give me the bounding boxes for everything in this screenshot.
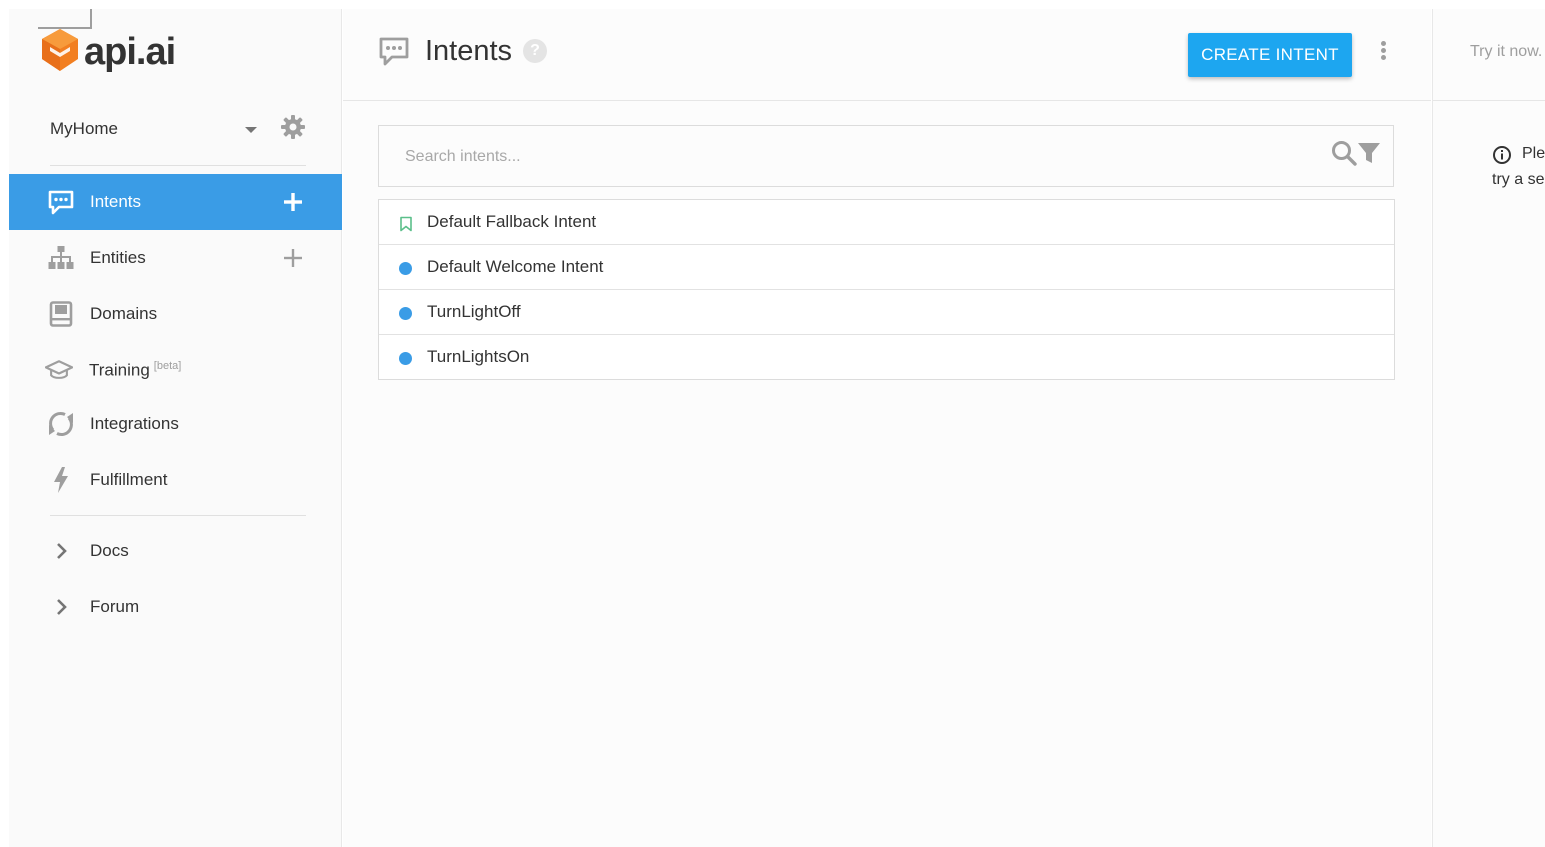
sidebar-link-docs[interactable]: Docs — [9, 523, 342, 579]
try-it-now-label[interactable]: Try it now. — [1470, 43, 1542, 61]
sitemap-icon — [47, 244, 75, 272]
search-filter-icons — [1331, 140, 1381, 171]
info-icon — [1492, 145, 1512, 170]
sidebar-divider — [50, 165, 306, 166]
book-icon — [47, 300, 75, 328]
add-intent-icon[interactable] — [281, 188, 305, 216]
search-input[interactable] — [405, 144, 1305, 170]
status-dot-icon — [399, 352, 412, 365]
caret-down-icon[interactable] — [245, 127, 257, 133]
list-item[interactable]: TurnLightsOn — [379, 335, 1394, 379]
brand-name: api.ai — [84, 31, 176, 73]
intent-name[interactable]: Default Welcome Intent — [427, 257, 603, 277]
sync-icon — [47, 410, 75, 438]
page-header: Intents ? CREATE INTENT — [343, 9, 1431, 101]
list-item[interactable]: Default Fallback Intent — [379, 200, 1394, 245]
agent-name: MyHome — [50, 119, 119, 138]
agent-selector[interactable]: MyHome — [9, 97, 342, 159]
status-dot-icon — [399, 262, 412, 275]
more-vert-icon[interactable] — [1377, 41, 1389, 65]
intent-name[interactable]: TurnLightOff — [427, 302, 521, 322]
sidebar-item-integrations[interactable]: Integrations — [9, 396, 342, 452]
sidebar-item-label: Domains — [90, 304, 158, 323]
chevron-right-icon — [47, 537, 75, 565]
training-label: Training — [89, 360, 150, 380]
add-entity-icon[interactable] — [281, 244, 305, 272]
sidebar-item-label: Training [beta] — [89, 360, 181, 381]
sidebar-link-label: Forum — [90, 597, 140, 616]
info-text-line2: try a se — [1492, 171, 1545, 188]
test-console-panel: Try it now. Ple try a se — [1432, 9, 1545, 847]
intent-name[interactable]: TurnLightsOn — [427, 347, 529, 367]
chat-bubble-icon — [47, 188, 75, 216]
search-icon[interactable] — [1331, 140, 1357, 171]
intent-list: Default Fallback Intent Default Welcome … — [378, 199, 1395, 380]
sidebar-link-label: Docs — [90, 541, 129, 560]
sidebar-item-label: Integrations — [90, 414, 179, 433]
intent-name[interactable]: Default Fallback Intent — [427, 212, 596, 232]
logo[interactable]: api.ai — [40, 27, 176, 78]
status-dot-icon — [399, 307, 412, 320]
sidebar-item-fulfillment[interactable]: Fulfillment — [9, 452, 342, 508]
create-intent-button[interactable]: CREATE INTENT — [1188, 33, 1352, 77]
sidebar-item-training[interactable]: Training [beta] — [9, 342, 342, 398]
test-console-header: Try it now. — [1433, 9, 1545, 101]
sidebar-divider — [50, 515, 306, 516]
search-bar — [378, 125, 1394, 187]
page-title: Intents — [425, 35, 513, 67]
gear-icon[interactable] — [280, 114, 306, 145]
list-item[interactable]: TurnLightOff — [379, 290, 1394, 335]
chevron-right-icon — [47, 593, 75, 621]
help-icon[interactable]: ? — [523, 39, 547, 63]
sidebar-link-forum[interactable]: Forum — [9, 579, 342, 635]
bookmark-icon — [399, 216, 413, 237]
main-content: Intents ? CREATE INTENT Default Fallback… — [343, 9, 1431, 847]
info-text-line1: Ple — [1522, 145, 1545, 162]
chat-bubble-icon — [378, 36, 410, 71]
sidebar-item-label: Intents — [90, 192, 142, 211]
sidebar-item-intents[interactable]: Intents — [9, 174, 342, 230]
filter-icon[interactable] — [1357, 140, 1381, 171]
lightning-icon — [47, 466, 75, 494]
window-corner-decoration — [38, 9, 92, 29]
beta-badge: [beta] — [153, 359, 182, 372]
sidebar-item-domains[interactable]: Domains — [9, 286, 342, 342]
sidebar-item-label: Fulfillment — [90, 470, 168, 489]
graduation-cap-icon — [45, 356, 73, 384]
list-item[interactable]: Default Welcome Intent — [379, 245, 1394, 290]
sidebar-item-label: Entities — [90, 248, 146, 267]
cube-logo-icon — [40, 27, 80, 78]
sidebar-item-entities[interactable]: Entities — [9, 230, 342, 286]
